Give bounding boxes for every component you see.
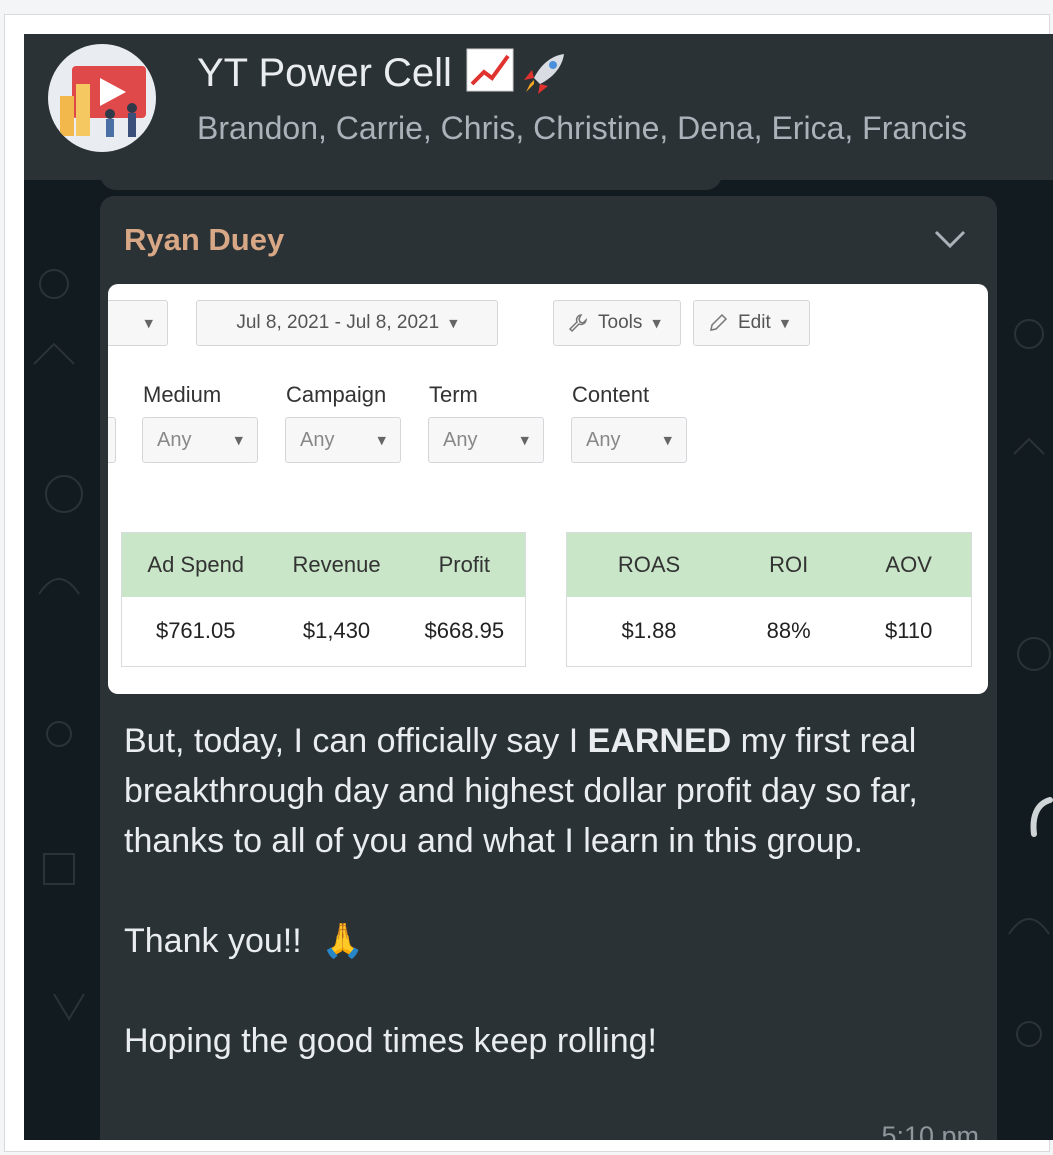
- text-segment: But, today, I can officially say I: [124, 722, 588, 760]
- caret-down-icon: ▼: [520, 433, 529, 447]
- caret-down-icon: ▼: [780, 316, 790, 330]
- filter-label-content: Content: [572, 382, 650, 407]
- filter-select-medium: Any ▼: [142, 417, 258, 463]
- bold-text: EARNED: [587, 722, 732, 760]
- table-cell: $1,430: [269, 596, 404, 667]
- filter-select-term: Any ▼: [428, 417, 544, 463]
- group-avatar[interactable]: [48, 44, 156, 152]
- caret-down-icon: ▼: [652, 316, 661, 330]
- table-header: Ad Spend: [121, 532, 270, 597]
- group-title[interactable]: YT Power Cell: [197, 48, 570, 98]
- chart-increasing-icon: [466, 48, 514, 92]
- filter-label-term: Term: [429, 382, 478, 407]
- tools-label: Tools: [598, 312, 643, 333]
- wrench-icon: [568, 314, 587, 333]
- table-header: Profit: [403, 532, 526, 597]
- filter-label-campaign: Campaign: [286, 382, 387, 407]
- caret-down-icon: ▼: [663, 433, 672, 447]
- presentation-icon: [60, 66, 146, 137]
- chat-window: YT Power Cell Brandon, Carrie, Chris, Ch…: [24, 34, 1053, 1140]
- table-header: ROAS: [566, 532, 732, 597]
- date-range-text: Jul 8, 2021 - Jul 8, 2021: [236, 312, 440, 333]
- table-cell: $110: [846, 596, 972, 667]
- pencil-icon: [710, 313, 728, 331]
- thanks-text: Thank you!!: [124, 922, 302, 960]
- message-paragraph: But, today, I can officially say I EARNE…: [124, 716, 980, 866]
- filter-select-content: Any ▼: [571, 417, 687, 463]
- chevron-down-icon[interactable]: [933, 228, 967, 250]
- caret-down-icon: ▼: [449, 316, 458, 330]
- filter-value: Any: [586, 428, 621, 451]
- table-header: ROI: [731, 532, 847, 597]
- filter-select-campaign: Any ▼: [285, 417, 401, 463]
- table-header-row: Ad Spend Revenue Profit: [121, 532, 526, 597]
- previous-message-bubble: [100, 166, 722, 190]
- partial-filter: [108, 417, 116, 463]
- chart-rocket-emoji: [466, 48, 570, 98]
- filter-value: Any: [300, 428, 335, 451]
- attached-screenshot[interactable]: ▼ Jul 8, 2021 - Jul 8, 2021 ▼ Tools ▼ Ed…: [108, 284, 988, 694]
- closing-line: Hoping the good times keep rolling!: [124, 1022, 657, 1060]
- table-cell: $668.95: [403, 596, 526, 667]
- edit-button: Edit ▼: [693, 300, 810, 346]
- table-header-row: ROAS ROI AOV: [566, 532, 972, 597]
- table-cell: 88%: [731, 596, 847, 667]
- table-row: $1.88 88% $110: [566, 596, 972, 667]
- group-members: Brandon, Carrie, Chris, Christine, Dena,…: [197, 110, 968, 146]
- folded-hands-emoji: 🙏: [321, 921, 364, 961]
- caret-down-icon: ▼: [144, 316, 153, 330]
- table-cell: $761.05: [121, 596, 270, 667]
- message-bubble[interactable]: Ryan Duey ▼ Jul 8, 2021 - Jul 8, 2021 ▼ …: [100, 196, 997, 1140]
- message-text: But, today, I can officially say I EARNE…: [124, 716, 980, 1066]
- table-header: AOV: [846, 532, 972, 597]
- date-range-picker: Jul 8, 2021 - Jul 8, 2021 ▼: [196, 300, 498, 346]
- filter-label-medium: Medium: [143, 382, 222, 407]
- metrics-table-returns: ROAS ROI AOV $1.88 88% $110: [566, 532, 972, 667]
- sender-name[interactable]: Ryan Duey: [124, 222, 284, 258]
- rocket-icon: [523, 54, 564, 94]
- table-row: $761.05 $1,430 $668.95: [121, 596, 526, 667]
- partial-dropdown: ▼: [108, 300, 168, 346]
- edit-label: Edit: [738, 312, 771, 333]
- tools-button: Tools ▼: [553, 300, 681, 346]
- forward-arrow-icon[interactable]: [1024, 794, 1053, 854]
- metrics-table-spend: Ad Spend Revenue Profit $761.05 $1,430 $…: [121, 532, 526, 667]
- caret-down-icon: ▼: [377, 433, 386, 447]
- thanks-line: Thank you!! 🙏: [124, 916, 980, 966]
- caret-down-icon: ▼: [234, 433, 243, 447]
- table-header: Revenue: [269, 532, 404, 597]
- filter-value: Any: [443, 428, 478, 451]
- message-timestamp: 5:10 pm: [881, 1121, 979, 1140]
- table-cell: $1.88: [566, 596, 732, 667]
- filter-value: Any: [157, 428, 192, 451]
- group-name: YT Power Cell: [197, 50, 452, 95]
- chat-header[interactable]: YT Power Cell Brandon, Carrie, Chris, Ch…: [24, 34, 1053, 180]
